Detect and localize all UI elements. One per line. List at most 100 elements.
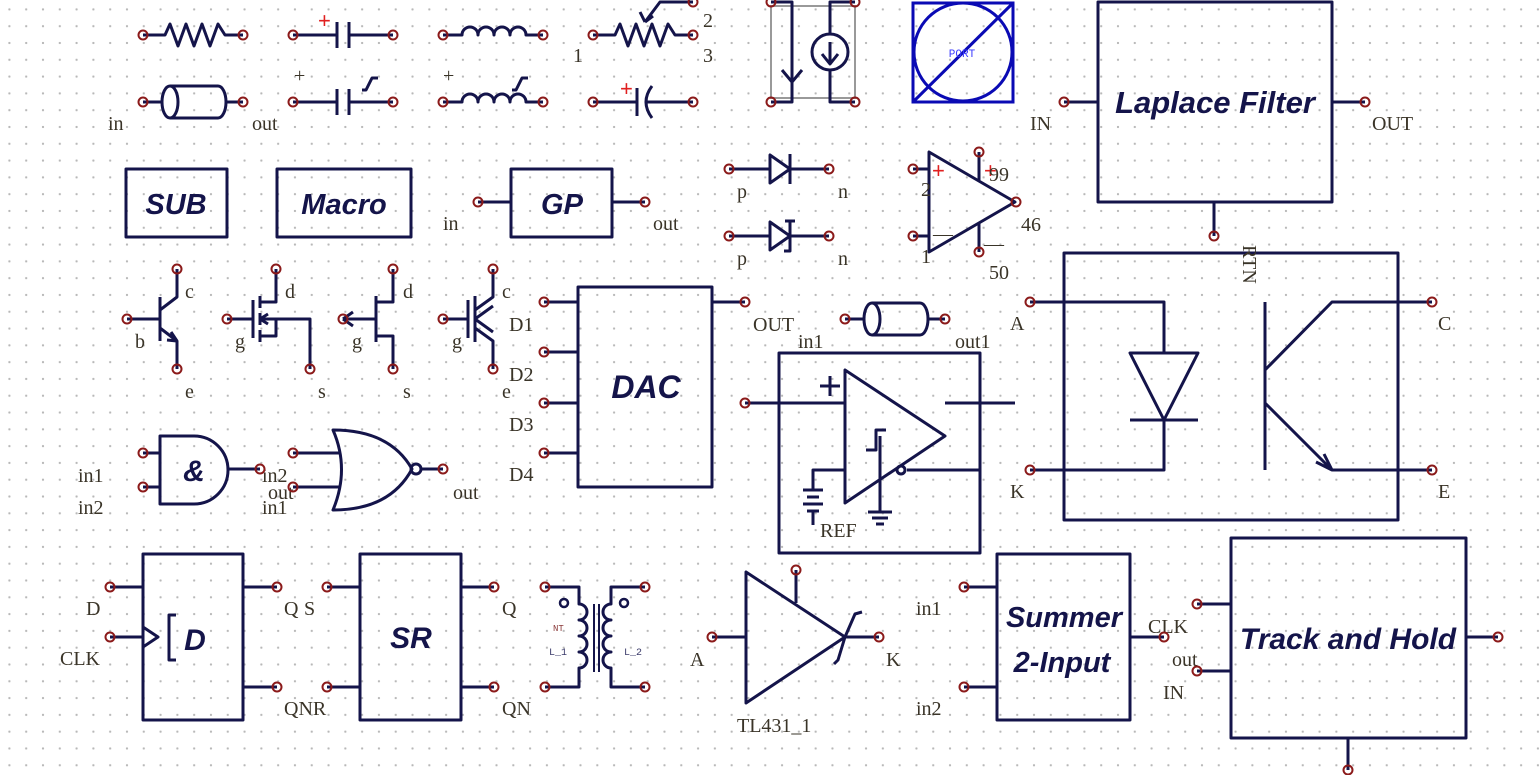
- pin-label: in1: [916, 598, 942, 620]
- track-and-hold[interactable]: Track and Hold CLK out IN: [1148, 536, 1498, 770]
- schematic-canvas[interactable]: + 1 2 3 PORT Laplace Filter IN OUT in ou…: [0, 0, 1539, 775]
- plus-mark: +: [932, 158, 945, 183]
- transformer[interactable]: NT L_1 L_2: [545, 585, 645, 689]
- plus-mark: +: [443, 65, 454, 87]
- pin-label: g: [235, 331, 245, 353]
- igbt[interactable]: g c e: [443, 269, 511, 403]
- pin-label: in2: [916, 698, 942, 720]
- pin-label: 2: [921, 179, 931, 201]
- inductor[interactable]: [443, 25, 543, 37]
- pin-label: s: [318, 381, 326, 403]
- pin-label: S: [304, 598, 315, 620]
- track-hold-title: Track and Hold: [1240, 623, 1457, 656]
- pin-label: c: [185, 281, 194, 303]
- pin-label: 1: [921, 246, 931, 268]
- dac-block[interactable]: DAC D1 D2 D3 D4 OUT: [509, 285, 794, 489]
- minus-mark: —: [932, 223, 954, 245]
- pin-label: out: [653, 213, 679, 235]
- pin-label: QNR: [284, 698, 327, 720]
- pin-label: in1: [78, 465, 104, 487]
- port-symbol[interactable]: PORT: [911, 1, 1015, 104]
- jfet[interactable]: g d s: [342, 269, 413, 403]
- pin-label: D1: [509, 314, 533, 336]
- pin-label: e: [185, 381, 194, 403]
- pin-label: in2: [78, 497, 104, 519]
- gp-block[interactable]: GP in out: [443, 167, 679, 239]
- pin-label: K: [1010, 481, 1025, 503]
- macro-title: Macro: [301, 189, 386, 221]
- component-name: TL431_1: [737, 715, 811, 737]
- plus-mark: +: [318, 8, 331, 33]
- pin-label: K: [886, 649, 901, 671]
- and-gate[interactable]: & in1 in2: [78, 434, 260, 519]
- or-gate[interactable]: in2 out in1 out: [262, 428, 479, 519]
- resistor[interactable]: [143, 22, 243, 48]
- pin-label: 99: [989, 164, 1009, 186]
- plus-mark: +: [620, 76, 633, 101]
- pin-label: REF: [820, 520, 857, 542]
- port-label: PORT: [949, 49, 976, 61]
- pin-label: g: [352, 331, 362, 353]
- diode[interactable]: p n: [729, 153, 848, 203]
- pin-label: OUT: [1372, 113, 1413, 135]
- pin-label: 3: [703, 45, 713, 67]
- pin-label: C: [1438, 313, 1451, 335]
- dff-symbol: D: [184, 624, 206, 657]
- coax-line-2[interactable]: in1 out1: [798, 301, 991, 353]
- mosfet[interactable]: g d s: [227, 269, 326, 403]
- pin-label: d: [403, 281, 413, 303]
- electrolytic-capacitor[interactable]: +: [593, 76, 693, 119]
- pin-label: A: [1010, 313, 1025, 335]
- pin-label: IN: [1030, 113, 1051, 135]
- npn-bjt[interactable]: c b e: [127, 269, 194, 403]
- pin-label: 46: [1021, 214, 1041, 236]
- pin-label: out1: [955, 331, 991, 353]
- transformer-label: L_2: [624, 648, 642, 659]
- pin-label: QN: [502, 698, 531, 720]
- laplace-filter[interactable]: Laplace Filter IN OUT: [1030, 0, 1413, 236]
- pin-label: in: [443, 213, 459, 235]
- optocoupler[interactable]: RTN A K C E: [1010, 245, 1451, 522]
- potentiometer[interactable]: 1 2 3: [573, 0, 713, 67]
- plus-mark: +: [294, 65, 305, 87]
- summer-title: Summer: [1006, 602, 1124, 634]
- summer[interactable]: Summer 2-Input in1 in2: [916, 552, 1164, 722]
- tl431[interactable]: A K TL431_1: [690, 570, 901, 737]
- pin-label: c: [502, 281, 511, 303]
- pin-label: p: [737, 181, 747, 203]
- pin-label: IN: [1163, 682, 1184, 704]
- pin-label: Q: [284, 598, 299, 620]
- current-controlled-current-source[interactable]: [770, 0, 856, 104]
- pin-label: E: [1438, 481, 1450, 503]
- pin-label: A: [690, 649, 705, 671]
- opamp[interactable]: + + — — 2 1 99 46 50: [913, 150, 1041, 284]
- pin-label: n: [838, 248, 848, 270]
- pin-label: Q: [502, 598, 517, 620]
- comparator[interactable]: REF: [745, 351, 1015, 555]
- pin-label: in1: [262, 497, 288, 519]
- pin-label: d: [285, 281, 295, 303]
- dac-title: DAC: [611, 369, 681, 405]
- minus-mark: —: [983, 233, 1005, 255]
- pin-label: 50: [989, 262, 1009, 284]
- laplace-title: Laplace Filter: [1115, 85, 1317, 120]
- pin-label: D3: [509, 414, 533, 436]
- sr-title: SR: [390, 622, 432, 655]
- nonlinear-inductor[interactable]: +: [443, 65, 543, 104]
- pin-label: p: [737, 248, 747, 270]
- pin-label: D2: [509, 364, 533, 386]
- nonlinear-capacitor[interactable]: +: [293, 65, 393, 115]
- transformer-label: L_1: [549, 648, 567, 659]
- coax-line[interactable]: in out: [108, 84, 278, 135]
- transformer-label: NT: [553, 624, 564, 634]
- pin-label: in1: [798, 331, 824, 353]
- pin-label: b: [135, 331, 145, 353]
- zener-diode[interactable]: p n: [729, 219, 848, 270]
- d-flipflop[interactable]: D D CLK Q QNR: [60, 552, 327, 722]
- pin-label: in: [108, 113, 124, 135]
- sr-flipflop[interactable]: SR S Q QN: [304, 552, 531, 722]
- capacitor[interactable]: +: [293, 8, 393, 48]
- macro-block[interactable]: Macro: [275, 167, 413, 239]
- gp-title: GP: [541, 189, 584, 221]
- subcircuit[interactable]: SUB: [124, 167, 229, 239]
